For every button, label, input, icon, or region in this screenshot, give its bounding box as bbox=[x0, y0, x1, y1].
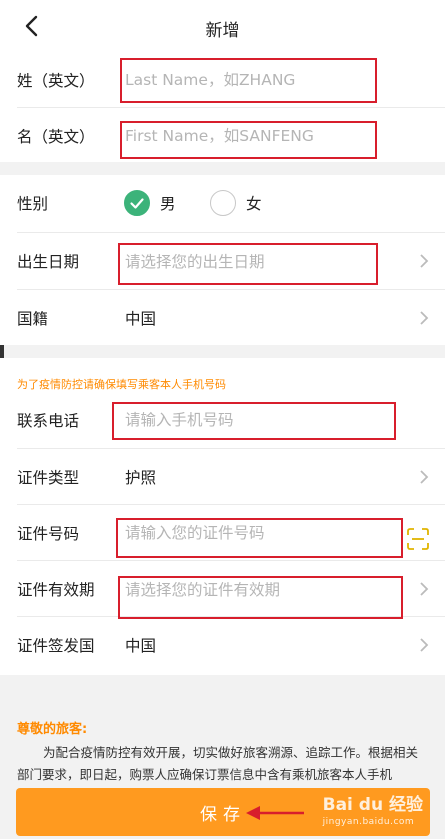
chevron-right-icon bbox=[420, 311, 429, 325]
chevron-right-icon bbox=[420, 254, 429, 268]
id-type-row[interactable]: 证件类型 护照 bbox=[0, 449, 445, 505]
phone-row: 联系电话 bbox=[0, 392, 445, 448]
gender-row: 性别 男 女 bbox=[0, 175, 445, 231]
surname-input[interactable] bbox=[125, 71, 375, 89]
birth-date-label: 出生日期 bbox=[17, 253, 80, 271]
id-number-input[interactable] bbox=[125, 524, 375, 542]
male-label: 男 bbox=[160, 195, 176, 213]
female-label: 女 bbox=[246, 195, 262, 213]
header-bar: 新增 bbox=[0, 0, 445, 52]
given-name-input[interactable] bbox=[125, 127, 375, 145]
id-expiry-label: 证件有效期 bbox=[17, 581, 95, 599]
notice-title: 尊敬的旅客: bbox=[17, 722, 88, 737]
watermark-brand: Bai du 经验 bbox=[322, 795, 423, 815]
female-radio-icon[interactable] bbox=[210, 190, 236, 216]
name-section: 姓（英文） 名（英文） bbox=[0, 52, 445, 162]
chevron-right-icon bbox=[420, 470, 429, 484]
arrow-left-icon bbox=[246, 806, 304, 820]
id-type-label: 证件类型 bbox=[17, 469, 80, 487]
id-issuer-value: 中国 bbox=[125, 637, 157, 655]
chevron-right-icon bbox=[420, 638, 429, 652]
info-section: 性别 男 女 出生日期 请选择您的出生日期 国籍 中国 bbox=[0, 175, 445, 345]
notice-body: 为配合疫情防控有效开展，切实做好旅客溯源、追踪工作。根据相关部门要求，即日起，购… bbox=[17, 745, 419, 782]
surname-label: 姓（英文） bbox=[17, 72, 95, 90]
id-expiry-row[interactable]: 证件有效期 请选择您的证件有效期 bbox=[0, 561, 445, 617]
surname-row: 姓（英文） bbox=[0, 52, 445, 108]
given-name-row: 名（英文） bbox=[0, 108, 445, 164]
nationality-value: 中国 bbox=[125, 310, 157, 328]
gender-male-option[interactable]: 男 bbox=[124, 190, 176, 216]
id-number-label: 证件号码 bbox=[17, 525, 80, 543]
watermark: Bai du 经验 jingyan.baidu.com bbox=[323, 790, 423, 827]
id-expiry-picker[interactable]: 请选择您的证件有效期 bbox=[125, 578, 375, 600]
scan-icon[interactable] bbox=[406, 527, 430, 551]
phone-input[interactable] bbox=[125, 411, 375, 429]
page-title: 新增 bbox=[205, 21, 240, 41]
given-name-label: 名（英文） bbox=[17, 128, 95, 146]
gender-label: 性别 bbox=[17, 195, 49, 213]
phone-label: 联系电话 bbox=[17, 412, 80, 430]
id-issuer-row[interactable]: 证件签发国 中国 bbox=[0, 617, 445, 673]
id-issuer-label: 证件签发国 bbox=[17, 637, 95, 655]
chevron-right-icon bbox=[420, 582, 429, 596]
birth-date-picker[interactable]: 请选择您的出生日期 bbox=[125, 250, 375, 272]
birth-date-row[interactable]: 出生日期 请选择您的出生日期 bbox=[0, 233, 445, 289]
watermark-url: jingyan.baidu.com bbox=[322, 817, 415, 827]
gender-female-option[interactable]: 女 bbox=[210, 190, 262, 216]
phone-notice: 为了疫情防控请确保填写乘客本人手机号码 bbox=[17, 378, 226, 391]
nationality-row[interactable]: 国籍 中国 bbox=[0, 290, 445, 346]
male-radio-checked-icon[interactable] bbox=[124, 190, 150, 216]
nationality-label: 国籍 bbox=[17, 310, 49, 328]
id-type-value: 护照 bbox=[125, 469, 157, 487]
id-number-row: 证件号码 bbox=[0, 505, 445, 561]
